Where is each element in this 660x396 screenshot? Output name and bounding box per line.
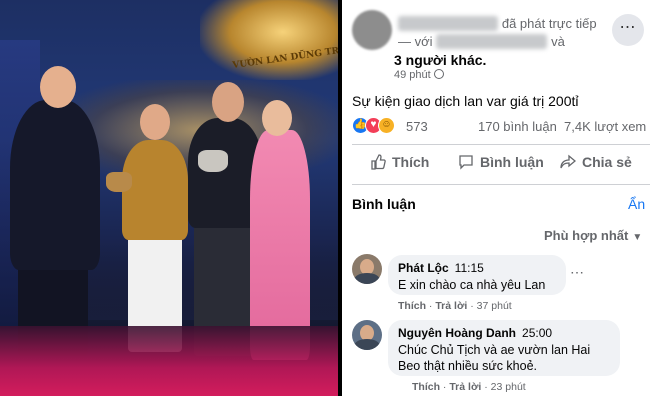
presenter-head: [262, 100, 292, 136]
post-tagged: — với Tran Van Minh Hoa và: [398, 34, 565, 49]
more-options-button[interactable]: ⋯: [612, 14, 644, 46]
comment-icon: [459, 155, 473, 170]
share-label: Chia sẻ: [582, 154, 632, 170]
share-icon: [560, 154, 576, 169]
comment-actions: Thích · Trả lời · 37 phút: [398, 300, 512, 312]
comment-author[interactable]: Phát Lộc 11:15: [398, 261, 556, 275]
comment-author-name: Nguyên Hoàng Danh: [398, 326, 517, 340]
avatar-shoulder: [354, 273, 380, 284]
page-avatar[interactable]: [352, 10, 392, 50]
comment-author-name: Phát Lộc: [398, 261, 449, 275]
tagged-others-link[interactable]: 3 người khác.: [394, 52, 486, 68]
reaction-count[interactable]: 573: [406, 119, 428, 134]
comment-age[interactable]: 23 phút: [491, 381, 526, 393]
comment-button[interactable]: Bình luận: [458, 154, 544, 170]
avatar-shoulder: [354, 339, 380, 350]
with-conjunction: và: [551, 34, 565, 49]
comment-video-time[interactable]: 11:15: [455, 261, 484, 275]
comment-author[interactable]: Nguyên Hoàng Danh 25:00: [398, 326, 610, 340]
haha-reaction-icon: ☺: [378, 117, 395, 134]
sort-label: Phù hợp nhất: [544, 228, 629, 243]
guest-head: [140, 104, 170, 140]
share-button[interactable]: Chia sẻ: [560, 154, 632, 170]
poster-name-blurred[interactable]: Nguyen Van Tran: [398, 16, 499, 31]
orchid-pot: [198, 150, 228, 172]
with-prefix: — với: [398, 34, 433, 49]
post-header: Nguyen Van Tran đã phát trực tiếp: [398, 16, 597, 31]
comment-reply-link[interactable]: Trả lời: [435, 300, 467, 312]
post-panel: Nguyen Van Tran đã phát trực tiếp — với …: [342, 0, 660, 396]
commenter-avatar[interactable]: [352, 320, 382, 350]
screenshot-root: VƯỜN LAN DŨNG TRANG Nguyen Van Tran đã p…: [0, 0, 660, 396]
comment-bubble: Nguyên Hoàng Danh 25:00 Chúc Chủ Tịch và …: [388, 320, 620, 376]
comment-count[interactable]: 170 bình luận: [478, 119, 557, 134]
like-button[interactable]: Thích: [370, 154, 429, 170]
comment-label: Bình luận: [480, 154, 544, 170]
comment-more-icon[interactable]: ⋯: [570, 264, 585, 281]
stage-floor: [0, 326, 338, 396]
thumbs-up-icon: [371, 154, 386, 170]
caret-down-icon: ▼: [632, 232, 643, 243]
like-label: Thích: [392, 154, 430, 170]
event-banner: [200, 0, 338, 80]
commenter-avatar[interactable]: [352, 254, 382, 284]
comment-text: Chúc Chủ Tịch và ae vườn lan Hai Beo thậ…: [398, 343, 591, 373]
post-time-text: 49 phút: [394, 69, 431, 81]
comment-video-time[interactable]: 25:00: [522, 326, 552, 340]
comment-reply-link[interactable]: Trả lời: [449, 381, 481, 393]
globe-icon: [433, 69, 444, 79]
buyer-head: [212, 82, 244, 122]
comment-text: E xin chào ca nhà yêu Lan: [398, 278, 546, 292]
orchid-pot-2: [106, 172, 132, 192]
live-video[interactable]: VƯỜN LAN DŨNG TRANG: [0, 0, 338, 396]
host-figure: [10, 100, 100, 270]
comment-like-link[interactable]: Thích: [412, 381, 440, 393]
tagged-name-blurred[interactable]: Tran Van Minh Hoa: [436, 34, 548, 49]
divider: [352, 144, 650, 145]
host-head: [40, 66, 76, 108]
post-text: Sự kiện giao dịch lan var giá trị 200tỉ: [352, 93, 579, 109]
post-time[interactable]: 49 phút: [394, 69, 444, 81]
comment-actions: Thích · Trả lời · 23 phút: [412, 381, 526, 393]
comment-bubble: Phát Lộc 11:15 E xin chào ca nhà yêu Lan: [388, 255, 566, 295]
comments-heading: Bình luận: [352, 196, 416, 212]
comment-age[interactable]: 37 phút: [477, 300, 512, 312]
hide-comments-link[interactable]: Ẩn: [628, 196, 645, 212]
header-action: đã phát trực tiếp: [501, 16, 597, 31]
view-count: 7,4K lượt xem: [564, 119, 647, 134]
comment-like-link[interactable]: Thích: [398, 300, 426, 312]
divider: [352, 184, 650, 185]
comment-sort-dropdown[interactable]: Phù hợp nhất ▼: [544, 228, 642, 243]
guest-figure: [122, 140, 188, 240]
